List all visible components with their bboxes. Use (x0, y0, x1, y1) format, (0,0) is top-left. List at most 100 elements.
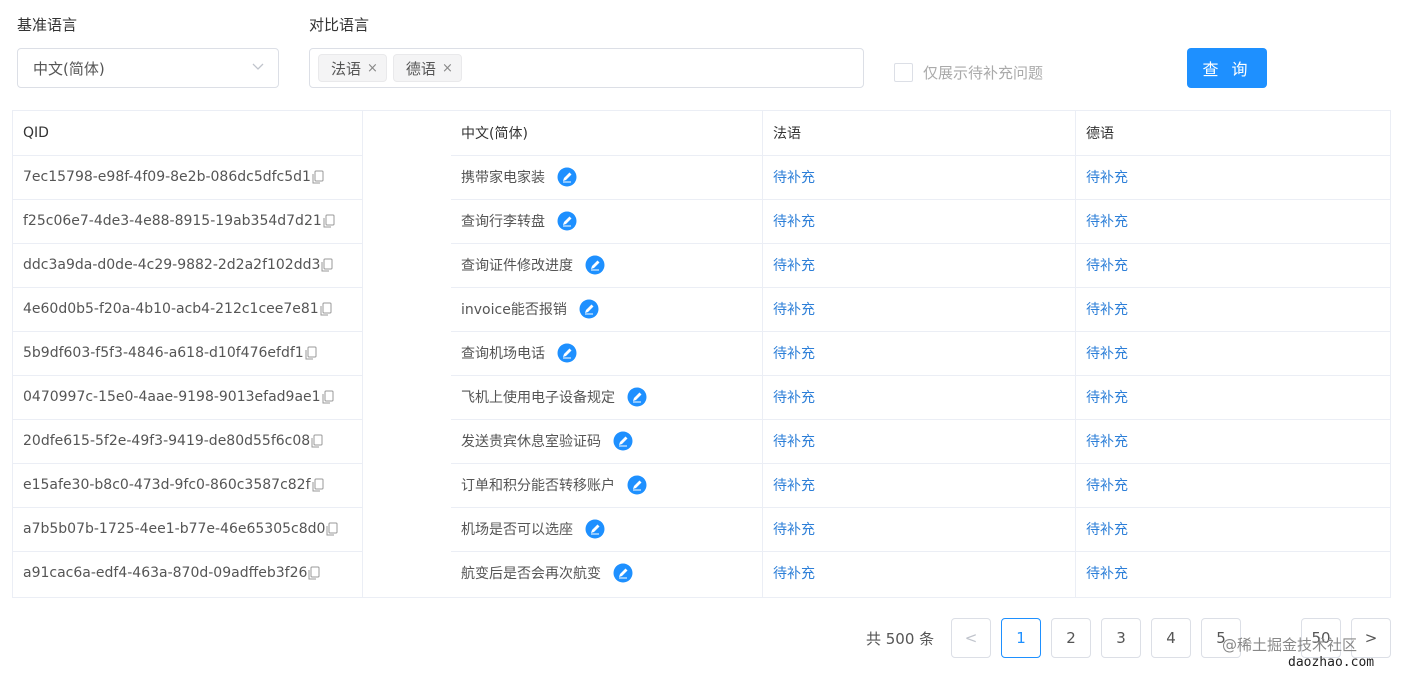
qid-text: a7b5b07b-1725-4ee1-b77e-46e65305c8d0 (23, 521, 326, 537)
copy-icon[interactable] (305, 346, 317, 360)
chinese-text: 查询证件修改进度 (461, 258, 573, 274)
chevron-down-icon (252, 63, 264, 70)
edit-icon[interactable] (627, 475, 647, 495)
chinese-cell: 机场是否可以选座 (451, 507, 763, 551)
german-cell[interactable]: 待补充 (1076, 155, 1390, 199)
copy-icon[interactable] (312, 478, 324, 492)
data-table: QID 中文(简体) 法语 德语 7ec15798-e98f-4f09-8e2b… (12, 110, 1391, 598)
qid-cell: a91cac6a-edf4-463a-870d-09adffeb3f26 (13, 551, 363, 595)
edit-icon[interactable] (557, 211, 577, 231)
french-cell[interactable]: 待补充 (763, 419, 1076, 463)
copy-icon[interactable] (322, 390, 334, 404)
chinese-text: 订单和积分能否转移账户 (461, 478, 615, 494)
edit-icon[interactable] (627, 387, 647, 407)
french-cell[interactable]: 待补充 (763, 155, 1076, 199)
copy-icon[interactable] (320, 302, 332, 316)
qid-cell: 0470997c-15e0-4aae-9198-9013efad9ae1 (13, 375, 363, 419)
table-row: 0470997c-15e0-4aae-9198-9013efad9ae1 飞机上使… (13, 375, 1390, 419)
copy-icon[interactable] (312, 170, 324, 184)
table-row: e15afe30-b8c0-473d-9fc0-860c3587c82f 订单和积… (13, 463, 1390, 507)
german-cell[interactable]: 待补充 (1076, 199, 1390, 243)
copy-icon[interactable] (308, 566, 320, 580)
page-3-button[interactable]: 3 (1101, 618, 1141, 658)
pending-only-checkbox-wrap[interactable]: 仅展示待补充问题 (894, 62, 1043, 83)
german-cell[interactable]: 待补充 (1076, 331, 1390, 375)
header-chinese: 中文(简体) (461, 126, 528, 142)
french-cell[interactable]: 待补充 (763, 375, 1076, 419)
table-row: ddc3a9da-d0de-4c29-9882-2d2a2f102dd3 查询证件… (13, 243, 1390, 287)
table-row: 4e60d0b5-f20a-4b10-acb4-212c1cee7e81 invo… (13, 287, 1390, 331)
german-cell[interactable]: 待补充 (1076, 243, 1390, 287)
edit-icon[interactable] (557, 167, 577, 187)
compare-language-select[interactable]: 法语 × 德语 × (309, 48, 864, 88)
chinese-text: 携带家电家装 (461, 170, 545, 186)
chinese-cell: 发送贵宾休息室验证码 (451, 419, 763, 463)
french-cell[interactable]: 待补充 (763, 199, 1076, 243)
chinese-text: 查询机场电话 (461, 346, 545, 362)
edit-icon[interactable] (557, 343, 577, 363)
chinese-cell: 飞机上使用电子设备规定 (451, 375, 763, 419)
french-cell[interactable]: 待补充 (763, 507, 1076, 551)
chinese-text: 飞机上使用电子设备规定 (461, 390, 615, 406)
german-cell[interactable]: 待补充 (1076, 463, 1390, 507)
edit-icon[interactable] (613, 563, 633, 583)
pending-only-checkbox[interactable] (894, 63, 913, 82)
chinese-cell: 查询机场电话 (451, 331, 763, 375)
watermark-site: daozhao.com (1288, 655, 1375, 670)
page-4-button[interactable]: 4 (1151, 618, 1191, 658)
french-cell[interactable]: 待补充 (763, 463, 1076, 507)
close-icon[interactable]: × (367, 61, 378, 76)
copy-icon[interactable] (323, 214, 335, 228)
qid-text: 4e60d0b5-f20a-4b10-acb4-212c1cee7e81 (23, 301, 319, 317)
qid-text: f25c06e7-4de3-4e88-8915-19ab354d7d21 (23, 213, 322, 229)
pending-only-label[interactable]: 仅展示待补充问题 (923, 62, 1043, 83)
query-button[interactable]: 查 询 (1187, 48, 1267, 88)
base-language-value: 中文(简体) (33, 59, 105, 78)
edit-icon[interactable] (585, 255, 605, 275)
close-icon[interactable]: × (442, 61, 453, 76)
chinese-text: 查询行李转盘 (461, 214, 545, 230)
table-row: a91cac6a-edf4-463a-870d-09adffeb3f26 航变后是… (13, 551, 1390, 595)
page-1-button[interactable]: 1 (1001, 618, 1041, 658)
total-count: 共 500 条 (866, 630, 935, 648)
compare-language-label: 对比语言 (309, 16, 370, 34)
chinese-text: 发送贵宾休息室验证码 (461, 434, 601, 450)
qid-cell: f25c06e7-4de3-4e88-8915-19ab354d7d21 (13, 199, 363, 243)
table-row: 20dfe615-5f2e-49f3-9419-de80d55f6c08 发送贵宾… (13, 419, 1390, 463)
table-row: f25c06e7-4de3-4e88-8915-19ab354d7d21 查询行李… (13, 199, 1390, 243)
chinese-cell: 航变后是否会再次航变 (451, 551, 763, 595)
qid-text: e15afe30-b8c0-473d-9fc0-860c3587c82f (23, 477, 311, 493)
qid-cell: 5b9df603-f5f3-4846-a618-d10f476efdf1 (13, 331, 363, 375)
edit-icon[interactable] (579, 299, 599, 319)
base-language-label: 基准语言 (17, 16, 78, 34)
german-cell[interactable]: 待补充 (1076, 419, 1390, 463)
french-cell[interactable]: 待补充 (763, 331, 1076, 375)
qid-cell: e15afe30-b8c0-473d-9fc0-860c3587c82f (13, 463, 363, 507)
french-cell[interactable]: 待补充 (763, 551, 1076, 595)
qid-text: 7ec15798-e98f-4f09-8e2b-086dc5dfc5d1 (23, 169, 311, 185)
french-cell[interactable]: 待补充 (763, 243, 1076, 287)
french-cell[interactable]: 待补充 (763, 287, 1076, 331)
german-cell[interactable]: 待补充 (1076, 287, 1390, 331)
qid-cell: 7ec15798-e98f-4f09-8e2b-086dc5dfc5d1 (13, 155, 363, 199)
edit-icon[interactable] (613, 431, 633, 451)
german-cell[interactable]: 待补充 (1076, 551, 1390, 595)
table-row: 5b9df603-f5f3-4846-a618-d10f476efdf1 查询机场… (13, 331, 1390, 375)
page-2-button[interactable]: 2 (1051, 618, 1091, 658)
qid-cell: 4e60d0b5-f20a-4b10-acb4-212c1cee7e81 (13, 287, 363, 331)
copy-icon[interactable] (311, 434, 323, 448)
chinese-cell: 订单和积分能否转移账户 (451, 463, 763, 507)
german-cell[interactable]: 待补充 (1076, 507, 1390, 551)
prev-page-button[interactable]: < (951, 618, 991, 658)
german-cell[interactable]: 待补充 (1076, 375, 1390, 419)
edit-icon[interactable] (585, 519, 605, 539)
chinese-cell: invoice能否报销 (451, 287, 763, 331)
header-german: 德语 (1086, 126, 1114, 142)
chinese-text: invoice能否报销 (461, 302, 567, 318)
header-french: 法语 (773, 126, 801, 142)
copy-icon[interactable] (326, 522, 338, 536)
base-language-select[interactable]: 中文(简体) (17, 48, 279, 88)
tag-label: 法语 (331, 59, 362, 78)
qid-cell: 20dfe615-5f2e-49f3-9419-de80d55f6c08 (13, 419, 363, 463)
copy-icon[interactable] (321, 258, 333, 272)
